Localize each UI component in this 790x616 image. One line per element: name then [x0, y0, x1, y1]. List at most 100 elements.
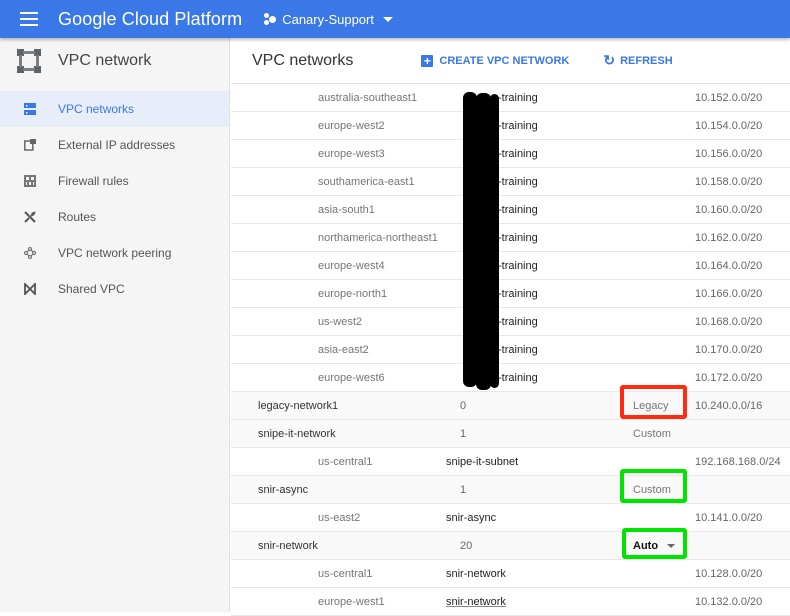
sidebar: VPC network VPC networks External IP addr…: [0, 38, 230, 612]
redaction-mark: [490, 94, 499, 388]
sidebar-item-shared-vpc[interactable]: Shared VPC: [0, 271, 229, 307]
subnet-row: europe-north1 -training 10.166.0.0/20: [231, 280, 790, 308]
ip-range: 192.168.168.0/24: [695, 456, 781, 468]
subnet-name-link[interactable]: -training: [498, 280, 538, 308]
external-ip-icon: [23, 138, 37, 152]
subnet-region: northamerica-northeast1: [318, 232, 438, 244]
shared-vpc-icon: [23, 282, 37, 296]
ip-range: 10.162.0.0/20: [695, 232, 763, 244]
subnet-region: asia-south1: [318, 204, 375, 216]
highlight-annotation-box: [620, 385, 687, 419]
routes-icon: [23, 210, 37, 224]
project-icon: [264, 13, 277, 25]
subnet-name-link[interactable]: -training: [498, 224, 538, 252]
redaction-mark: [476, 93, 491, 390]
subnet-region: europe-west4: [318, 260, 385, 272]
project-name: Canary-Support: [282, 11, 374, 27]
project-selector[interactable]: Canary-Support: [264, 12, 393, 27]
network-name-link[interactable]: snir-async: [258, 476, 308, 504]
sidebar-item-label: VPC network peering: [58, 246, 172, 260]
subnet-name-link[interactable]: -training: [498, 336, 538, 364]
subnet-row: northamerica-northeast1 -training 10.162.0…: [231, 224, 790, 252]
network-name-link[interactable]: snipe-it-network: [258, 420, 336, 448]
sidebar-item-vpc-network-peering[interactable]: VPC network peering: [0, 235, 229, 271]
page-toolbar: VPC networks + CREATE VPC NETWORK ↻ REFR…: [231, 38, 790, 84]
subnet-region: us-west2: [318, 316, 363, 328]
subnet-name-link[interactable]: -training: [498, 84, 538, 112]
subnet-region: europe-west3: [318, 148, 385, 160]
ip-range: 10.154.0.0/20: [695, 120, 763, 132]
page-title: VPC networks: [252, 51, 354, 69]
subnet-name-link[interactable]: -training: [498, 252, 538, 280]
subnet-row: australia-southeast1 -training 10.152.0.0/…: [231, 84, 790, 112]
subnet-row: europe-west3 -training 10.156.0.0/20: [231, 140, 790, 168]
subnet-region: us-central1: [318, 568, 373, 580]
ip-range: 10.170.0.0/20: [695, 344, 763, 356]
subnet-row: southamerica-east1 -training 10.158.0.0/20: [231, 168, 790, 196]
main-content: VPC networks + CREATE VPC NETWORK ↻ REFR…: [231, 38, 790, 616]
ip-range: 10.240.0.0/16: [695, 400, 763, 412]
network-row: snir-async 1 Custom: [231, 469, 790, 504]
network-name-link[interactable]: snir-network: [258, 532, 318, 560]
subnet-row: us-central1 snir-network 10.128.0.0/20: [231, 560, 790, 588]
subnet-name-link[interactable]: snipe-it-subnet: [446, 448, 518, 476]
sidebar-item-vpc-networks[interactable]: VPC networks: [0, 91, 229, 127]
subnet-row: us-west2 -training 10.168.0.0/20: [231, 308, 790, 336]
subnet-name-link[interactable]: -training: [498, 168, 538, 196]
subnet-row: us-central1 snipe-it-subnet 192.168.168.0/…: [231, 448, 790, 476]
sidebar-item-external-ip-addresses[interactable]: External IP addresses: [0, 127, 229, 163]
product-brand[interactable]: Google Cloud Platform: [58, 9, 242, 30]
network-name-link[interactable]: legacy-network1: [258, 392, 338, 420]
menu-icon[interactable]: [20, 12, 38, 26]
ip-range: 10.168.0.0/20: [695, 316, 763, 328]
sidebar-item-routes[interactable]: Routes: [0, 199, 229, 235]
vpc-networks-table: australia-southeast1 -training 10.152.0.0/…: [231, 84, 790, 616]
subnet-row: europe-west2 -training 10.154.0.0/20: [231, 112, 790, 140]
subnet-row: asia-south1 -training 10.160.0.0/20: [231, 196, 790, 224]
vpc-networks-icon: [23, 102, 37, 116]
subnet-name-link[interactable]: -training: [498, 140, 538, 168]
network-row: legacy-network1 0 Legacy 10.240.0.0/16: [231, 385, 790, 420]
ip-range: 10.156.0.0/20: [695, 148, 763, 160]
firewall-icon: [23, 174, 37, 188]
sidebar-title: VPC network: [58, 52, 152, 69]
sidebar-item-label: Routes: [58, 210, 97, 224]
sidebar-item-firewall-rules[interactable]: Firewall rules: [0, 163, 229, 199]
subnet-name-link[interactable]: snir-async: [446, 504, 496, 532]
highlight-annotation-box: [620, 469, 687, 503]
subnet-name-link[interactable]: -training: [498, 364, 538, 392]
subnet-region: europe-north1: [318, 288, 388, 300]
ip-range: 10.164.0.0/20: [695, 260, 763, 272]
subnet-name-link[interactable]: -training: [498, 196, 538, 224]
sidebar-header: VPC network: [0, 38, 229, 84]
subnet-count: 1: [460, 428, 467, 440]
subnet-count: 0: [460, 400, 467, 412]
subnet-name-link[interactable]: -training: [498, 308, 538, 336]
subnet-row: asia-east2 -training 10.170.0.0/20: [231, 336, 790, 364]
subnet-count: 1: [460, 484, 467, 496]
subnet-row: us-east2 snir-async 10.141.0.0/20: [231, 504, 790, 532]
subnet-row: europe-west4 -training 10.164.0.0/20: [231, 252, 790, 280]
subnet-region: southamerica-east1: [318, 176, 415, 188]
top-app-bar: Google Cloud Platform Canary-Support: [0, 0, 790, 38]
refresh-button[interactable]: ↻ REFRESH: [603, 52, 672, 69]
ip-range: 10.152.0.0/20: [695, 92, 763, 104]
refresh-icon: ↻: [603, 52, 616, 68]
add-icon: +: [421, 54, 434, 67]
subnet-region: europe-west2: [318, 120, 385, 132]
subnet-region: us-central1: [318, 456, 373, 468]
network-row: snipe-it-network 1 Custom: [231, 420, 790, 448]
vpc-network-logo-icon: [16, 48, 42, 74]
sidebar-item-label: VPC networks: [58, 102, 135, 116]
ip-range: 10.160.0.0/20: [695, 204, 763, 216]
subnet-region: us-east2: [318, 512, 361, 524]
subnet-name-link[interactable]: -training: [498, 112, 538, 140]
sidebar-nav: VPC networks External IP addresses Firewal…: [0, 91, 229, 307]
highlight-annotation-box: [622, 528, 687, 559]
create-vpc-network-button[interactable]: + CREATE VPC NETWORK: [421, 54, 569, 67]
subnet-name-link[interactable]: snir-network: [446, 560, 506, 588]
ip-range: 10.158.0.0/20: [695, 176, 763, 188]
subnet-mode: Custom: [633, 428, 671, 440]
refresh-label: REFRESH: [620, 54, 673, 67]
ip-range: 10.166.0.0/20: [695, 288, 763, 300]
